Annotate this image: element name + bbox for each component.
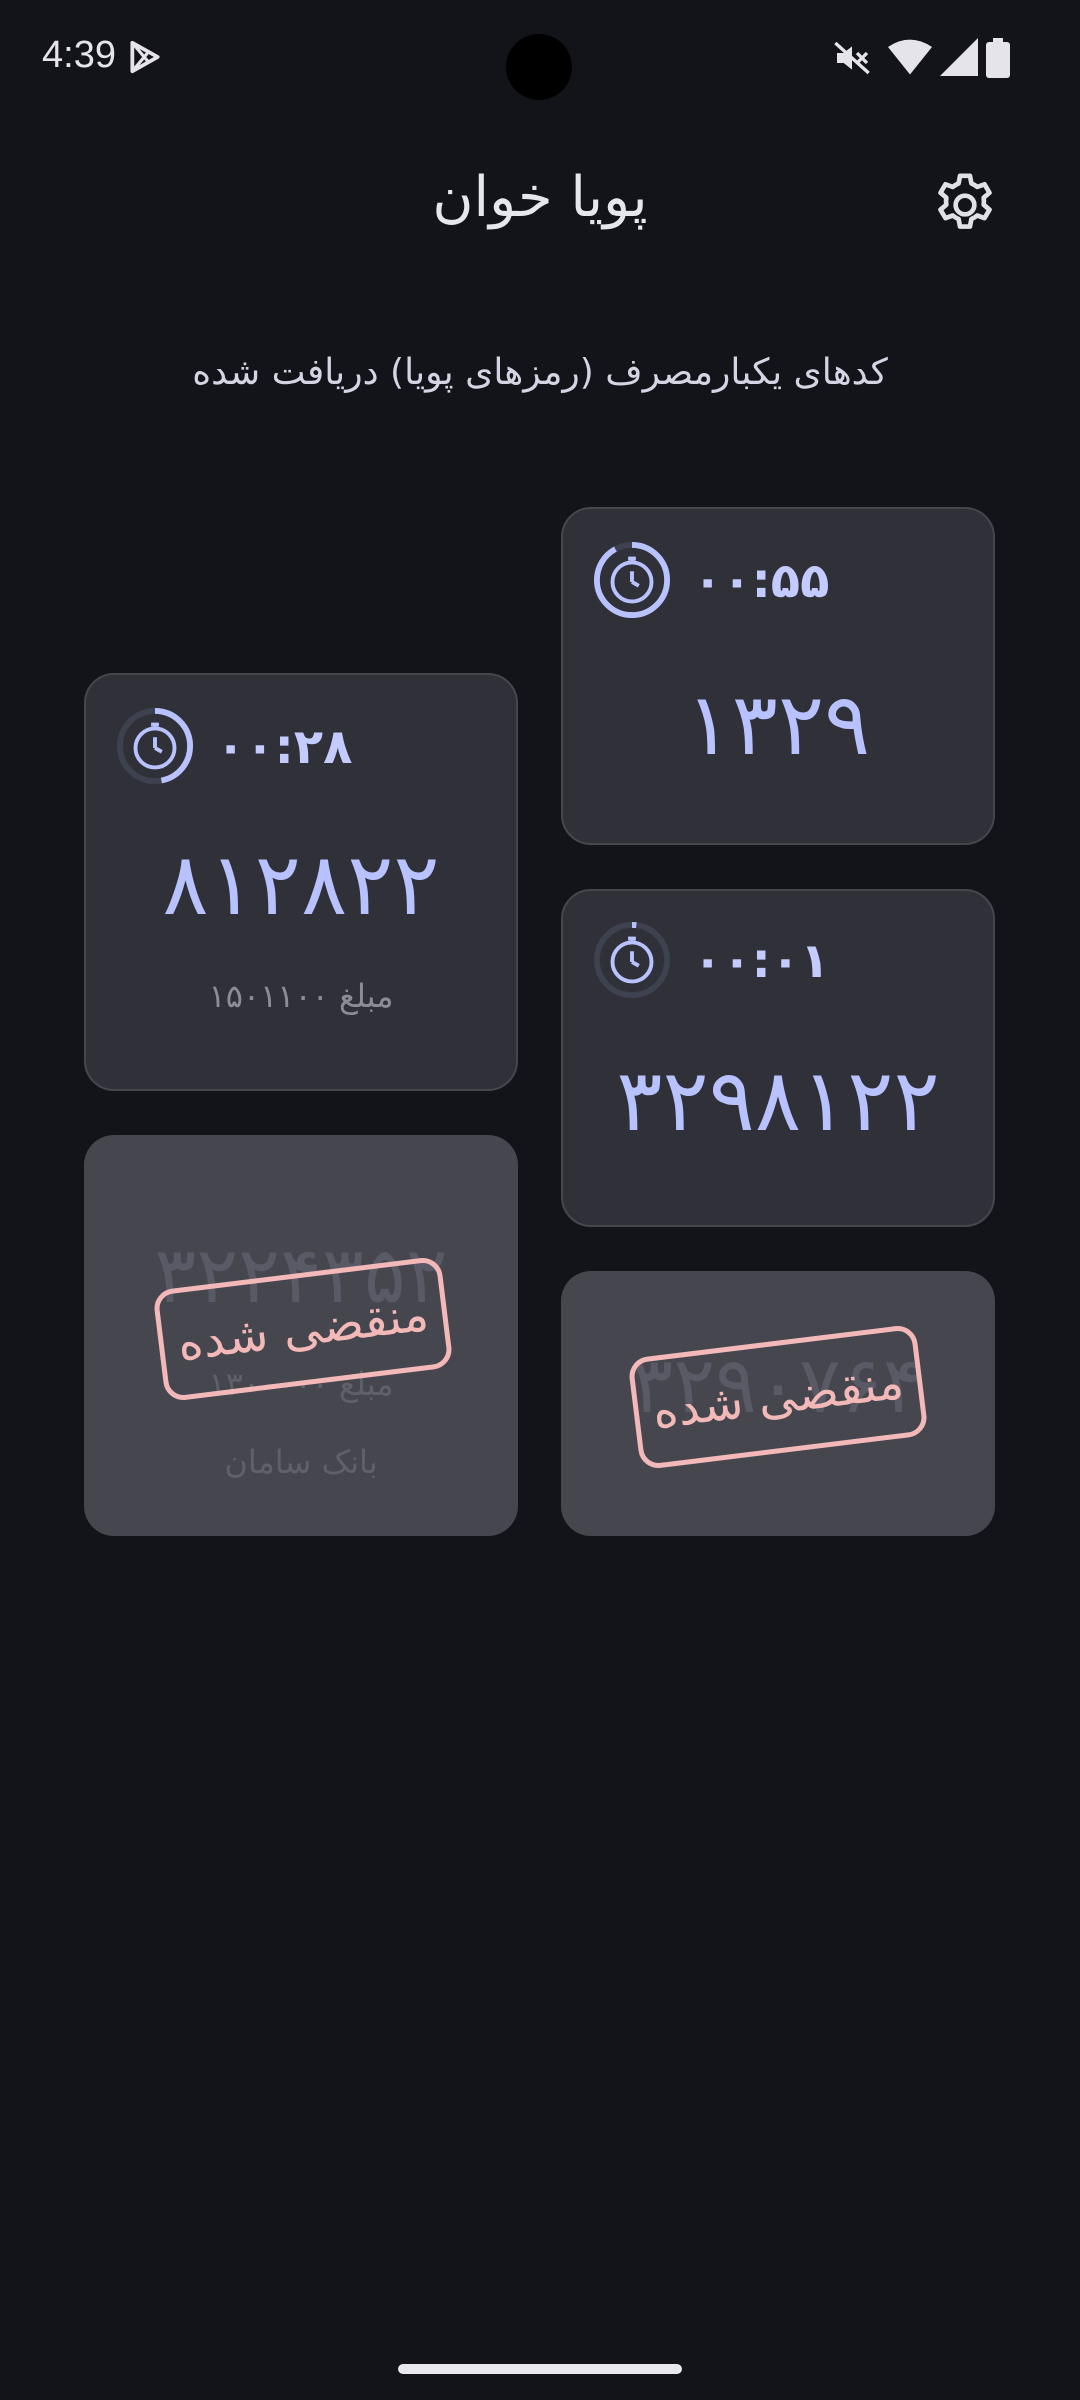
timer-text: ۰۰:۰۱: [693, 933, 830, 989]
bank-name: بانک سامان: [224, 1443, 378, 1481]
otp-code: ۱۳۲۹: [685, 675, 871, 775]
subtitle: کدهای یکبارمصرف (رمزهای پویا) دریافت شده: [192, 352, 888, 393]
screen: 4:39 پویا خوان کدهای یکبارمصرف (رمزهای پ…: [0, 0, 1080, 2400]
expired-otp-card[interactable]: ۳۲۲۴۳۵۲ مبلغ ۱۳۰۰۰۰۰ بانک سامان منقضی شد…: [84, 1135, 518, 1536]
amount-text: مبلغ ۱۵۰۱۱۰۰: [208, 977, 394, 1015]
otp-card[interactable]: ۰۰:۲۸ ۸۱۲۸۲۲ مبلغ ۱۵۰۱۱۰۰: [84, 673, 518, 1091]
battery-icon: [986, 38, 1010, 78]
status-time: 4:39: [42, 34, 116, 76]
app-title: پویا خوان: [432, 165, 648, 230]
expired-otp-card[interactable]: ۳۲۹۰۷۶۴ منقضی شده: [561, 1271, 995, 1536]
otp-card[interactable]: ۰۰:۰۱ ۳۲۹۸۱۲۲: [561, 889, 995, 1227]
timer-text: ۰۰:۲۸: [216, 719, 353, 775]
timer-ring-icon: [593, 921, 671, 999]
wifi-icon: [888, 39, 932, 75]
camera-cutout: [506, 34, 572, 100]
mute-icon: [834, 41, 870, 75]
home-indicator[interactable]: [398, 2364, 682, 2374]
otp-code: ۳۲۹۸۱۲۲: [616, 1051, 940, 1151]
timer-ring-icon: [116, 707, 194, 785]
timer-text: ۰۰:۵۵: [693, 553, 830, 609]
timer-ring-icon: [593, 541, 671, 619]
play-store-icon: [130, 40, 160, 74]
otp-code: ۸۱۲۸۲۲: [162, 835, 440, 935]
signal-icon: [940, 38, 978, 76]
otp-card[interactable]: ۰۰:۵۵ ۱۳۲۹: [561, 507, 995, 845]
gear-icon[interactable]: [930, 170, 1000, 240]
